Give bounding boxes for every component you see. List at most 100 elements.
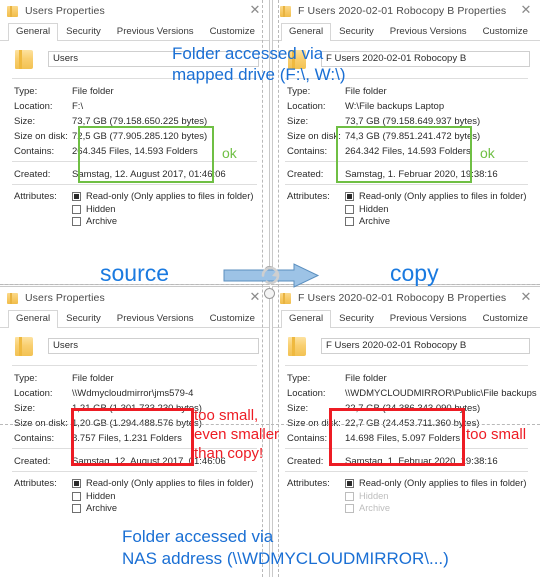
window-title: F Users 2020-02-01 Robocopy B Properties: [298, 5, 507, 17]
tab-customize[interactable]: Customize: [475, 310, 536, 328]
attribute-archive: Archive: [0, 502, 269, 514]
folder-name-input[interactable]: Users: [48, 338, 259, 354]
checkbox-readonly[interactable]: Read-only (Only applies to files in fold…: [72, 478, 253, 488]
checkbox-hidden[interactable]: Hidden: [345, 491, 388, 501]
checkbox-readonly[interactable]: Read-only (Only applies to files in fold…: [72, 191, 253, 201]
attribute-hidden: Hidden: [273, 203, 540, 215]
folder-icon: [280, 292, 291, 304]
checkbox-archive[interactable]: Archive: [72, 216, 117, 226]
close-icon[interactable]: ✕: [247, 290, 263, 306]
titlebar: F Users 2020-02-01 Robocopy B Properties…: [273, 0, 540, 22]
field-size-on-disk: Size on disk: 74,3 GB (79.851.241.472 by…: [273, 129, 540, 144]
checkbox-hidden[interactable]: Hidden: [345, 204, 388, 214]
field-label: Location:: [14, 388, 53, 399]
created-section: Created: Samstag, 1. Februar 2020, 19:38…: [273, 162, 540, 184]
field-value: F:\: [72, 101, 84, 112]
field-value: 74,3 GB (79.851.241.472 bytes): [345, 131, 481, 142]
close-icon[interactable]: ✕: [518, 290, 534, 306]
checkbox-hidden[interactable]: Hidden: [72, 491, 115, 501]
close-icon[interactable]: ✕: [518, 3, 534, 19]
tab-security[interactable]: Security: [58, 23, 109, 41]
sync-arrow-graphic: [222, 262, 322, 290]
tab-security[interactable]: Security: [58, 310, 109, 328]
tab-customize[interactable]: Customize: [202, 23, 263, 41]
checkbox-archive[interactable]: Archive: [345, 503, 390, 513]
field-label: Created:: [14, 456, 51, 467]
folder-icon: [7, 5, 18, 17]
attribute-readonly: Attributes: Read-only (Only applies to f…: [0, 190, 269, 203]
field-value: 264.342 Files, 14.593 Folders: [345, 146, 471, 157]
checkbox-icon: [72, 478, 81, 488]
checkbox-icon: [72, 503, 81, 513]
annotation-error-bottom-left-line1: too small,: [194, 407, 259, 424]
tab-general[interactable]: General: [8, 23, 59, 41]
field-type: Type: File folder: [273, 84, 540, 99]
field-location: Location: \\WDMYCLOUDMIRROR\Public\File …: [273, 386, 540, 401]
attribute-hidden: Hidden: [0, 490, 269, 502]
tab-previous-versions[interactable]: Previous Versions: [109, 23, 202, 41]
window-title: Users Properties: [25, 292, 105, 304]
checkbox-archive[interactable]: Archive: [345, 216, 390, 226]
created-section: Created: Samstag, 12. August 2017, 01:46…: [0, 162, 269, 184]
tab-previous-versions[interactable]: Previous Versions: [382, 310, 475, 328]
tab-previous-versions[interactable]: Previous Versions: [382, 23, 475, 41]
folder-icon: [280, 5, 291, 17]
field-label: Type:: [14, 86, 38, 97]
folder-name-row: Users: [0, 328, 269, 365]
checkbox-archive[interactable]: Archive: [72, 503, 117, 513]
field-value: Samstag, 1. Februar 2020, 19:38:16: [345, 169, 498, 180]
annotation-error-bottom-left-line3: than copy!: [194, 445, 264, 462]
attributes-label: Attributes:: [287, 478, 330, 489]
field-size-on-disk: Size on disk: 72,5 GB (77.905.285.120 by…: [0, 129, 269, 144]
folder-name-input[interactable]: F Users 2020-02-01 Robocopy B: [321, 338, 530, 354]
field-label: Location:: [14, 101, 53, 112]
tab-strip: General Security Previous Versions Custo…: [0, 309, 269, 328]
field-label: Type:: [287, 373, 311, 384]
field-value: 264.345 Files, 14.593 Folders: [72, 146, 198, 157]
tab-previous-versions[interactable]: Previous Versions: [109, 310, 202, 328]
field-label: Contains:: [287, 433, 328, 444]
field-type: Type: File folder: [0, 84, 269, 99]
screenshot-root: Users Properties ✕ General Security Prev…: [0, 0, 540, 577]
annotation-error-bottom-left-line2: even smaller: [194, 426, 280, 443]
field-label: Created:: [287, 456, 324, 467]
tab-customize[interactable]: Customize: [202, 310, 263, 328]
checkbox-label: Archive: [86, 503, 118, 513]
tab-general[interactable]: General: [281, 23, 332, 41]
checkbox-icon: [345, 204, 354, 214]
arrow-right-icon: [223, 263, 320, 288]
checkbox-icon: [345, 491, 354, 501]
attributes-section: Attributes: Read-only (Only applies to f…: [273, 472, 540, 518]
general-tab-body: F Users 2020-02-01 Robocopy B Type: File…: [273, 328, 540, 518]
attributes-label: Attributes:: [14, 478, 57, 489]
field-label: Size:: [14, 403, 36, 414]
field-value: Samstag, 1. Februar 2020, 19:38:16: [345, 456, 498, 467]
checkbox-readonly[interactable]: Read-only (Only applies to files in fold…: [345, 191, 526, 201]
attribute-readonly: Attributes: Read-only (Only applies to f…: [273, 477, 540, 490]
window-title: Users Properties: [25, 5, 105, 17]
field-created: Created: Samstag, 1. Februar 2020, 19:38…: [273, 167, 540, 182]
titlebar: Users Properties ✕: [0, 287, 269, 309]
tab-security[interactable]: Security: [331, 23, 382, 41]
field-label: Location:: [287, 388, 326, 399]
attributes-section: Attributes: Read-only (Only applies to f…: [273, 185, 540, 231]
tab-general[interactable]: General: [281, 310, 332, 328]
field-type: Type: File folder: [273, 371, 540, 386]
field-value: 72,5 GB (77.905.285.120 bytes): [72, 131, 208, 142]
field-label: Size on disk:: [14, 131, 68, 142]
checkbox-label: Archive: [359, 503, 391, 513]
tab-security[interactable]: Security: [331, 310, 382, 328]
checkbox-readonly[interactable]: Read-only (Only applies to files in fold…: [345, 478, 526, 488]
window-title: F Users 2020-02-01 Robocopy B Properties: [298, 292, 507, 304]
checkbox-label: Read-only (Only applies to files in fold…: [86, 478, 254, 488]
tab-general[interactable]: General: [8, 310, 59, 328]
close-icon[interactable]: ✕: [247, 3, 263, 19]
field-label: Size on disk:: [287, 131, 341, 142]
field-list: Type: File folder Location: W:\File back…: [273, 79, 540, 161]
tab-customize[interactable]: Customize: [475, 23, 536, 41]
field-value: \\WDMYCLOUDMIRROR\Public\File backups La…: [345, 388, 540, 399]
field-label: Contains:: [14, 433, 55, 444]
annotation-label-copy: copy: [390, 260, 439, 286]
folder-name-input[interactable]: F Users 2020-02-01 Robocopy B: [321, 51, 530, 67]
checkbox-hidden[interactable]: Hidden: [72, 204, 115, 214]
